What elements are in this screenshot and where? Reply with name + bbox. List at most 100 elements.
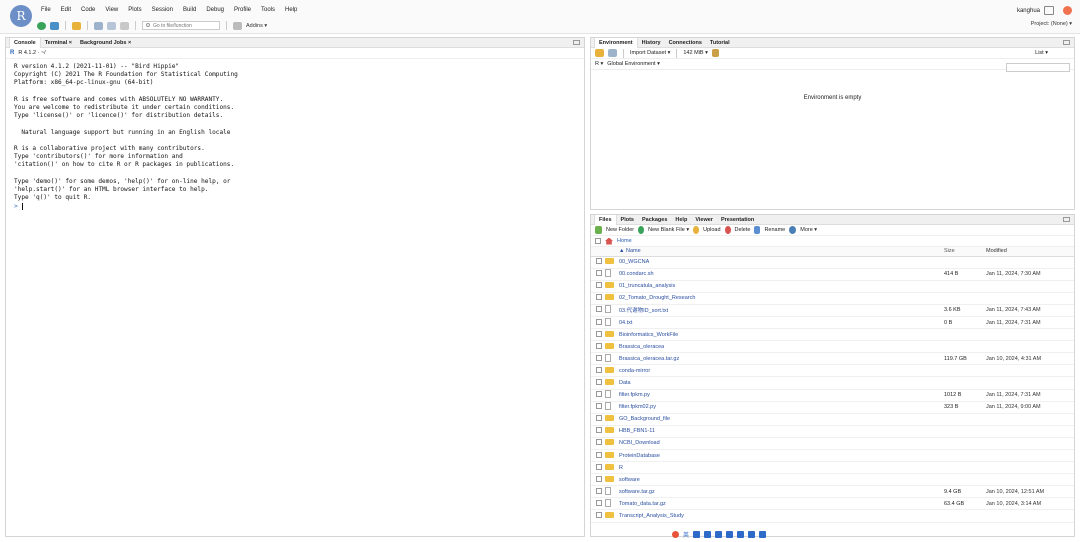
maximize-pane-icon[interactable] [1063, 217, 1070, 222]
tab-viewer[interactable]: Viewer [691, 215, 717, 225]
sogou-logo-icon[interactable] [672, 530, 679, 538]
new-folder-button[interactable]: New Folder [606, 227, 634, 233]
menu-build[interactable]: Build [183, 7, 196, 17]
row-checkbox[interactable] [596, 512, 602, 519]
column-size[interactable]: Size [944, 247, 986, 257]
row-checkbox[interactable] [596, 282, 602, 289]
console-input[interactable]: > [6, 202, 584, 210]
scope-select[interactable]: Global Environment ▾ [607, 61, 660, 67]
table-row[interactable]: software.tar.gz 9.4 GB Jan 10, 2024, 12:51… [591, 485, 1074, 499]
table-row[interactable]: 01_truncatula_analysis [591, 280, 1074, 293]
tab-history[interactable]: History [638, 38, 665, 48]
file-name[interactable]: NCBI_Download [619, 437, 944, 451]
file-name[interactable]: software [619, 473, 944, 487]
sign-out-icon[interactable] [1044, 6, 1054, 15]
quit-session-icon[interactable] [1063, 6, 1072, 15]
tab-environment[interactable]: Environment [594, 37, 638, 48]
table-row[interactable]: ProteinDatabase [591, 449, 1074, 463]
tab-connections[interactable]: Connections [665, 38, 706, 48]
menu-view[interactable]: View [105, 7, 118, 17]
row-checkbox[interactable] [596, 439, 602, 446]
table-row[interactable]: 00_WGCNA [591, 256, 1074, 269]
broom-icon[interactable] [711, 49, 719, 57]
table-row[interactable]: Bioinformatics_WorkFile [591, 328, 1074, 342]
file-name[interactable]: GO_Background_file [619, 413, 944, 426]
clothing-icon[interactable] [726, 530, 734, 538]
grid-icon[interactable] [748, 530, 756, 538]
menu-tools[interactable]: Tools [261, 7, 275, 17]
menu-code[interactable]: Code [81, 7, 95, 17]
table-row[interactable]: Brassica_oleracea.tar.gz 119.7 GB Jan 10, … [591, 352, 1074, 366]
table-row[interactable]: 03.代谢物ID_sort.txt 3.6 KB Jan 11, 2024, 7:4… [591, 304, 1074, 317]
file-name[interactable]: 02_Tomato_Drought_Research [619, 292, 944, 305]
menu-session[interactable]: Session [152, 7, 173, 17]
table-row[interactable]: 02_Tomato_Drought_Research [591, 292, 1074, 305]
memory-usage-button[interactable]: 142 MiB ▾ [683, 50, 707, 56]
row-checkbox[interactable] [596, 318, 602, 325]
tab-plots[interactable]: Plots [617, 215, 638, 225]
new-project-icon[interactable] [50, 21, 59, 30]
row-checkbox[interactable] [596, 354, 602, 361]
row-checkbox[interactable] [596, 294, 602, 301]
table-row[interactable]: 04.txt 0 B Jan 11, 2024, 7:31 AM [591, 316, 1074, 330]
new-blank-file-button[interactable]: New Blank File ▾ [648, 227, 689, 233]
list-view-button[interactable]: List ▾ [1035, 50, 1048, 56]
row-checkbox[interactable] [596, 403, 602, 410]
tab-background-jobs[interactable]: Background Jobs × [76, 38, 135, 48]
tab-packages[interactable]: Packages [638, 215, 671, 225]
menu-edit[interactable]: Edit [61, 7, 71, 17]
home-icon[interactable] [605, 237, 613, 245]
table-row[interactable]: software [591, 473, 1074, 487]
file-name[interactable]: 00_WGCNA [619, 256, 944, 269]
file-name[interactable]: Brassica_oleracea [619, 340, 944, 354]
menu-debug[interactable]: Debug [206, 7, 224, 17]
table-row[interactable]: R [591, 461, 1074, 475]
row-checkbox[interactable] [596, 378, 602, 385]
save-all-icon[interactable] [107, 21, 116, 30]
file-name[interactable]: 04.txt [619, 316, 944, 330]
print-icon[interactable] [120, 21, 129, 30]
file-name[interactable]: Transcript_Analysis_Study [619, 509, 944, 523]
row-checkbox[interactable] [596, 342, 602, 349]
column-modified[interactable]: Modified [986, 247, 1074, 257]
file-name[interactable]: 03.代谢物ID_sort.txt [619, 304, 944, 317]
file-name[interactable]: ProteinDatabase [619, 449, 944, 463]
microphone-icon[interactable] [704, 530, 712, 538]
tab-terminal[interactable]: Terminal × [41, 38, 76, 48]
row-checkbox[interactable] [596, 366, 602, 373]
row-checkbox[interactable] [596, 487, 602, 494]
ime-language[interactable]: 英 [683, 530, 689, 539]
maximize-pane-icon[interactable] [1063, 40, 1070, 45]
table-row[interactable]: Tomato_data.tar.gz 63.4 GB Jan 10, 2024, 3… [591, 497, 1074, 511]
breadcrumb-home[interactable]: Home [617, 238, 632, 244]
keyboard-icon[interactable] [715, 530, 723, 538]
tab-presentation[interactable]: Presentation [717, 215, 758, 225]
file-name[interactable]: Tomato_data.tar.gz [619, 497, 944, 511]
table-row[interactable]: NCBI_Download [591, 437, 1074, 451]
goto-file-input[interactable]: Go to file/function [142, 21, 220, 30]
row-checkbox[interactable] [596, 451, 602, 458]
table-row[interactable]: Brassica_oleracea [591, 340, 1074, 354]
new-file-icon[interactable] [37, 21, 46, 30]
load-workspace-icon[interactable] [595, 49, 604, 57]
console-path[interactable]: R 4.1.2 · ~/ [18, 50, 45, 56]
row-checkbox[interactable] [596, 258, 602, 265]
table-row[interactable]: filter.fpkm.py 1012 B Jan 11, 2024, 7:31 A… [591, 389, 1074, 402]
file-name[interactable]: Data [619, 376, 944, 390]
menu-plots[interactable]: Plots [128, 7, 141, 17]
save-workspace-icon[interactable] [608, 49, 617, 57]
table-row[interactable]: Transcript_Analysis_Study [591, 509, 1074, 523]
file-name[interactable]: filter.fpkm.py [619, 389, 944, 402]
row-checkbox[interactable] [596, 499, 602, 506]
file-name[interactable]: Brassica_oleracea.tar.gz [619, 352, 944, 366]
language-select[interactable]: R ▾ [595, 61, 603, 67]
file-name[interactable]: conda-mirror [619, 364, 944, 378]
more-button[interactable]: More ▾ [800, 227, 817, 233]
project-menu[interactable]: Project: (None) ▾ [1031, 21, 1072, 27]
tab-files[interactable]: Files [594, 214, 617, 225]
file-name[interactable]: HBB_FBN1-11 [619, 425, 944, 438]
select-all-checkbox[interactable] [595, 238, 601, 244]
import-dataset-button[interactable]: Import Dataset ▾ [630, 50, 670, 56]
file-name[interactable]: Bioinformatics_WorkFile [619, 328, 944, 342]
file-name[interactable]: 01_truncatula_analysis [619, 280, 944, 293]
